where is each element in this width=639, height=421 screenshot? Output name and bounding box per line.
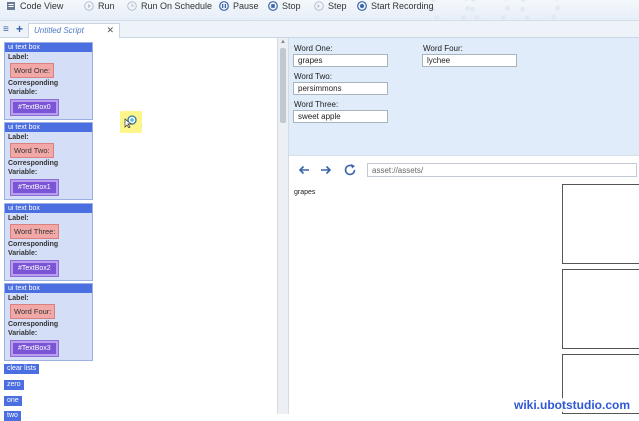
run-label: Run: [98, 0, 115, 11]
refresh-icon[interactable]: [343, 163, 357, 177]
label-caption: Label:: [8, 54, 29, 61]
label-value[interactable]: Word One:: [10, 63, 55, 78]
label-value[interactable]: Word Four:: [10, 304, 56, 319]
stop-label: Stop: [282, 0, 301, 11]
page-box: [562, 269, 639, 349]
back-arrow-icon[interactable]: [297, 163, 311, 177]
ui-text-box-block[interactable]: ui text box Label: Word Three: Correspon…: [4, 203, 93, 281]
scrollbar-thumb[interactable]: [280, 48, 286, 123]
label-value[interactable]: Word Two:: [10, 143, 54, 158]
run-on-schedule-label: Run On Schedule: [141, 0, 213, 11]
variable-value: #TextBox2: [13, 263, 56, 274]
pause-icon: [219, 0, 229, 11]
run-button[interactable]: Run: [84, 0, 115, 11]
browser-viewport[interactable]: grapes: [289, 183, 639, 414]
start-recording-button[interactable]: Start Recording: [357, 0, 434, 11]
ui-text-box-block[interactable]: ui text box Label: Word Four: Correspond…: [4, 283, 93, 361]
record-icon: [357, 0, 367, 11]
tab-strip: ≡ + Untitled Script ✕: [0, 21, 639, 38]
variable-chip[interactable]: #TextBox3: [10, 340, 59, 357]
step-button[interactable]: Step: [314, 0, 347, 11]
toolbar: Code View Run Run On Schedule Pause Stop…: [0, 0, 639, 26]
label-value[interactable]: Word Three:: [10, 224, 60, 239]
word-three-input[interactable]: [293, 110, 388, 123]
label-caption: Label:: [8, 295, 29, 302]
one-command[interactable]: one: [4, 396, 22, 406]
page-box: [562, 184, 639, 264]
ui-text-box-block[interactable]: ui text box Label: Word Two: Correspondi…: [4, 122, 93, 200]
variable-value: #TextBox1: [13, 182, 56, 193]
schedule-icon: [127, 0, 137, 11]
variable-caption: Corresponding Variable:: [8, 241, 59, 257]
close-icon[interactable]: ✕: [106, 25, 114, 36]
tab-label: Untitled Script: [34, 26, 84, 35]
word-three-label: Word Three:: [294, 100, 339, 109]
address-bar[interactable]: [367, 163, 637, 177]
menu-icon[interactable]: ≡: [3, 24, 9, 35]
step-label: Step: [328, 0, 347, 11]
code-view-button[interactable]: Code View: [6, 0, 63, 11]
block-title: ui text box: [5, 123, 92, 132]
word-one-input[interactable]: [293, 54, 388, 67]
variable-caption: Corresponding Variable:: [8, 160, 59, 176]
label-caption: Label:: [8, 134, 29, 141]
code-view-label: Code View: [20, 0, 64, 11]
two-command[interactable]: two: [4, 411, 21, 421]
start-recording-label: Start Recording: [371, 0, 434, 11]
variable-chip[interactable]: #TextBox0: [10, 99, 59, 116]
stop-icon: [268, 0, 278, 11]
page-text: grapes: [294, 189, 316, 196]
watermark: wiki.ubotstudio.com: [512, 398, 632, 412]
code-view-icon: [7, 1, 15, 10]
word-two-label: Word Two:: [294, 72, 332, 81]
drag-cursor-icon: [124, 115, 137, 128]
pause-button[interactable]: Pause: [219, 0, 259, 11]
word-four-input[interactable]: [422, 54, 517, 67]
variable-caption: Corresponding Variable:: [8, 321, 59, 337]
vertical-scrollbar[interactable]: ▲: [277, 38, 289, 414]
word-four-label: Word Four:: [423, 44, 463, 53]
zero-command[interactable]: zero: [4, 380, 24, 390]
step-icon: [314, 0, 324, 11]
ui-panel: Word One: Word Two: Word Three: Word Fou…: [289, 38, 639, 155]
variable-chip[interactable]: #TextBox2: [10, 260, 59, 277]
script-panel[interactable]: ui text box Label: Word One: Correspondi…: [0, 38, 277, 421]
variable-chip[interactable]: #TextBox1: [10, 179, 59, 196]
clear-lists-command[interactable]: clear lists: [4, 364, 40, 374]
block-title: ui text box: [5, 284, 92, 293]
variable-value: #TextBox0: [13, 102, 56, 113]
word-two-input[interactable]: [293, 82, 388, 95]
variable-value: #TextBox3: [13, 343, 56, 354]
tab-untitled-script[interactable]: Untitled Script ✕: [28, 23, 120, 38]
ui-text-box-block[interactable]: ui text box Label: Word One: Correspondi…: [4, 42, 93, 120]
stop-button[interactable]: Stop: [268, 0, 301, 11]
word-one-label: Word One:: [294, 44, 333, 53]
pause-label: Pause: [233, 0, 259, 11]
scroll-up-icon[interactable]: ▲: [280, 39, 286, 45]
forward-arrow-icon[interactable]: [319, 163, 333, 177]
label-caption: Label:: [8, 215, 29, 222]
variable-caption: Corresponding Variable:: [8, 80, 59, 96]
block-title: ui text box: [5, 43, 92, 52]
block-title: ui text box: [5, 204, 92, 213]
add-tab-icon[interactable]: +: [16, 22, 23, 36]
run-on-schedule-button[interactable]: Run On Schedule: [127, 0, 212, 11]
run-icon: [84, 0, 94, 11]
browser-toolbar: [289, 155, 639, 183]
